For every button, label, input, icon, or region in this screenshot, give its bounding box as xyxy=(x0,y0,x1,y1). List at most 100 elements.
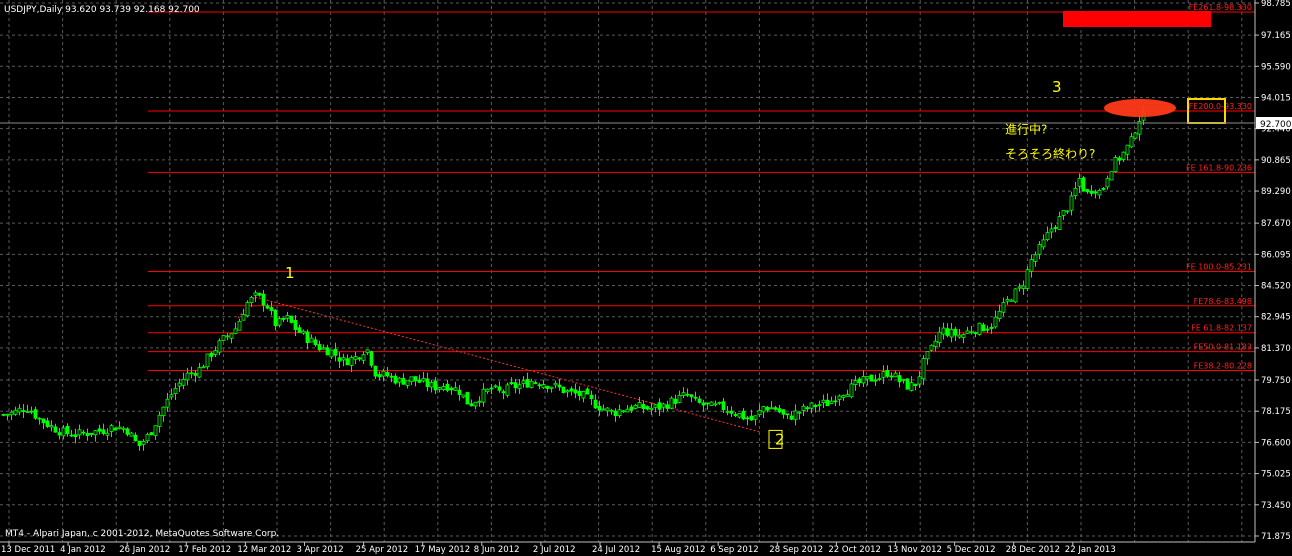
candle-body xyxy=(373,365,378,377)
x-tick-label: 26 Jan 2012 xyxy=(119,545,170,555)
candle-body xyxy=(797,411,802,414)
candle-body xyxy=(793,410,798,420)
candle-body xyxy=(829,400,834,405)
candle-body xyxy=(745,417,750,420)
candle-body xyxy=(69,434,74,437)
x-tick-label: 17 May 2012 xyxy=(415,545,470,555)
candle-body xyxy=(833,400,838,403)
candle-body xyxy=(481,388,486,403)
candle-body xyxy=(425,378,430,387)
candle-body xyxy=(541,384,546,389)
candle-body xyxy=(285,315,290,319)
candle-body xyxy=(57,432,62,436)
candle-body xyxy=(677,394,682,403)
candle-body xyxy=(477,400,482,403)
candle-body xyxy=(741,410,746,420)
candle-body xyxy=(937,331,942,343)
candle-body xyxy=(261,293,266,306)
candle-body xyxy=(1025,269,1030,289)
candle-body xyxy=(1029,259,1034,272)
candle-body xyxy=(469,403,474,407)
candle-body xyxy=(113,427,118,431)
candle-body xyxy=(553,382,558,386)
candle-body xyxy=(237,320,242,331)
candle-body xyxy=(389,375,394,378)
candle-body xyxy=(641,404,646,410)
x-tick-label: 6 Sep 2012 xyxy=(710,545,758,555)
candle-body xyxy=(1041,239,1046,248)
candle-body xyxy=(165,398,170,408)
candle-body xyxy=(45,420,50,427)
candle-body xyxy=(125,428,130,435)
x-tick-label: 8 Jun 2012 xyxy=(474,545,520,555)
candle-body xyxy=(217,340,222,353)
candle-body xyxy=(369,351,374,366)
candle-body xyxy=(877,378,882,380)
candle-body xyxy=(329,349,334,358)
candle-body xyxy=(689,394,694,398)
candle-body xyxy=(301,330,306,334)
candle-body xyxy=(1089,190,1094,194)
candle-body xyxy=(881,371,886,378)
candle-body xyxy=(513,382,518,389)
candle-body xyxy=(189,372,194,375)
candle-body xyxy=(761,406,766,413)
candle-body xyxy=(685,393,690,396)
candle-body xyxy=(97,428,102,432)
candle-body xyxy=(1021,285,1026,289)
target-zone-rect xyxy=(1063,11,1211,27)
candle-body xyxy=(737,413,742,418)
candle-body xyxy=(729,410,734,414)
candle-body xyxy=(593,399,598,409)
candle-body xyxy=(661,403,666,408)
candle-body xyxy=(169,394,174,398)
candle-body xyxy=(397,377,402,383)
candle-body xyxy=(93,430,98,436)
candle-body xyxy=(781,409,786,415)
top-highlight-ellipse xyxy=(1104,99,1176,117)
candle-body xyxy=(13,409,18,415)
candle-body xyxy=(1037,244,1042,255)
candle-body xyxy=(293,319,298,330)
candle-body xyxy=(901,378,906,381)
x-tick-label: 15 Aug 2012 xyxy=(651,545,705,555)
candle-body xyxy=(1033,254,1038,262)
candle-body xyxy=(997,310,1002,319)
candle-body xyxy=(537,384,542,387)
candle-body xyxy=(437,387,442,390)
candle-body xyxy=(949,329,954,338)
y-tick-label: 87.670 xyxy=(1261,219,1291,229)
candle-body xyxy=(601,408,606,411)
candle-body xyxy=(573,389,578,394)
candle-body xyxy=(1017,286,1022,289)
candle-body xyxy=(957,334,962,338)
candle-body xyxy=(521,380,526,384)
candle-body xyxy=(609,409,614,412)
candle-body xyxy=(921,358,926,380)
candle-body xyxy=(173,388,178,395)
candle-body xyxy=(121,427,126,430)
candle-body xyxy=(557,384,562,388)
candle-body xyxy=(669,397,674,409)
candle-body xyxy=(41,418,46,424)
candle-body xyxy=(721,401,726,411)
fe-level-label: FE200.0-93.330 xyxy=(1189,102,1252,111)
candle-body xyxy=(357,357,362,360)
candle-body xyxy=(393,375,398,384)
candle-body xyxy=(645,406,650,410)
candle-body xyxy=(209,352,214,357)
fe-level-label: FE78.6-83.498 xyxy=(1194,297,1252,306)
candle-body xyxy=(621,410,626,413)
y-tick-label: 84.520 xyxy=(1261,282,1291,292)
candle-body xyxy=(873,379,878,382)
candle-body xyxy=(29,410,34,413)
price-chart[interactable]: FE261.8-98.330 FE200.0-93.330 FE 161.8-90.… xyxy=(0,0,1292,556)
candle-body xyxy=(1085,189,1090,193)
candle-body xyxy=(1129,136,1134,148)
candle-body xyxy=(805,407,810,410)
candle-body xyxy=(321,347,326,350)
candle-body xyxy=(253,292,258,296)
candle-body xyxy=(749,415,754,421)
candle-body xyxy=(977,322,982,335)
candle-body xyxy=(525,379,530,388)
